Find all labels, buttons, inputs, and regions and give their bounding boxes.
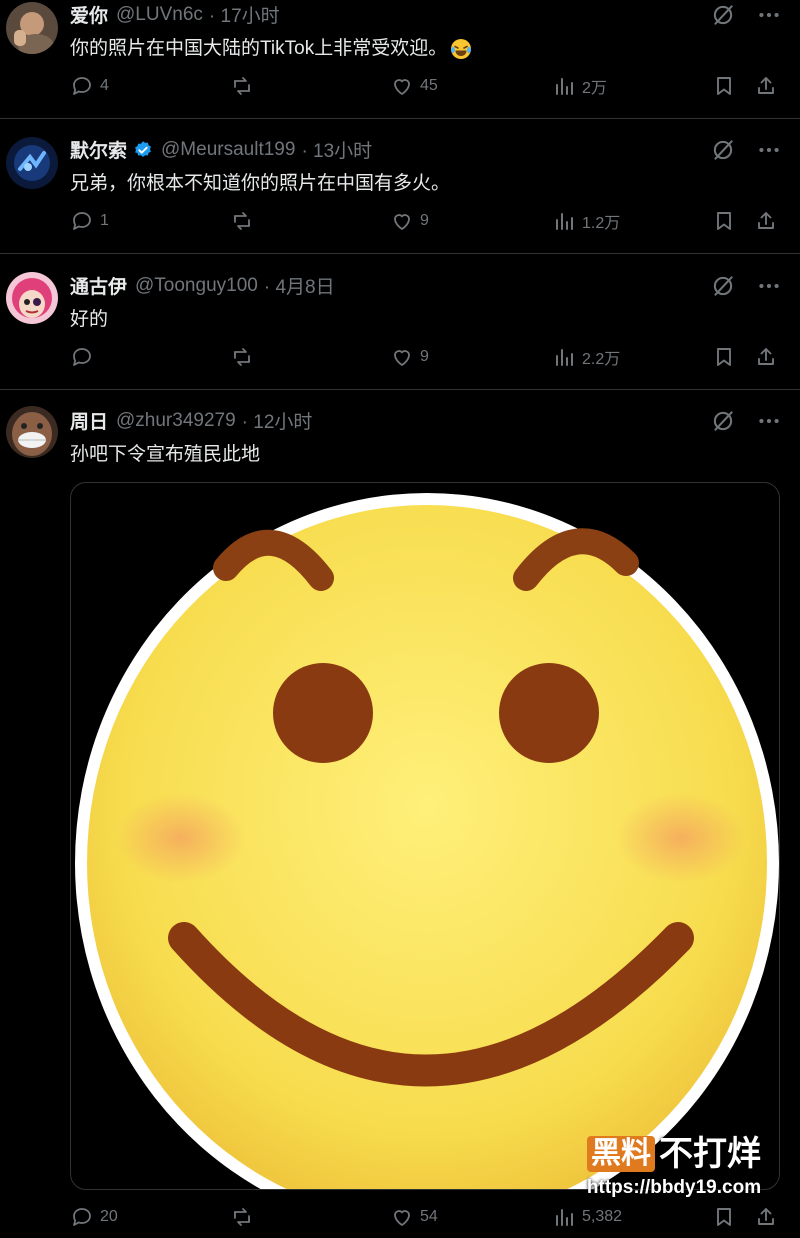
- tweet-time[interactable]: · 4月8日: [264, 272, 335, 299]
- repost-icon: [230, 209, 254, 233]
- share-button[interactable]: [754, 74, 778, 98]
- grok-icon[interactable]: [710, 137, 736, 163]
- user-name[interactable]: 周日: [70, 407, 108, 434]
- like-button[interactable]: 54: [390, 1205, 438, 1229]
- reply-count: 1: [100, 212, 109, 229]
- like-count: 9: [420, 212, 429, 229]
- views-icon: [552, 1205, 576, 1229]
- bookmark-button[interactable]: [712, 74, 736, 98]
- like-button[interactable]: 45: [390, 74, 438, 98]
- user-handle[interactable]: @LUVn6c: [116, 4, 203, 26]
- share-button[interactable]: [754, 209, 778, 233]
- like-count: 9: [420, 348, 429, 365]
- watermark-text: 不打烊: [659, 1135, 761, 1173]
- user-name[interactable]: 默尔索: [70, 136, 127, 163]
- watermark: 黑料 不打烊 https://bbdy19.com: [574, 1135, 774, 1199]
- like-button[interactable]: 9: [390, 209, 429, 233]
- views-button[interactable]: 1.2万: [552, 209, 620, 233]
- bookmark-button[interactable]: [712, 1205, 736, 1229]
- share-button[interactable]: [754, 345, 778, 369]
- reply-icon: [70, 209, 94, 233]
- bookmark-button[interactable]: [712, 209, 736, 233]
- bookmark-icon: [712, 74, 736, 98]
- repost-icon: [230, 1205, 254, 1229]
- heart-icon: [390, 209, 414, 233]
- bookmark-icon: [712, 209, 736, 233]
- view-count: 2.2万: [582, 351, 621, 368]
- user-handle[interactable]: @Toonguy100: [135, 275, 258, 297]
- heart-icon: [390, 1205, 414, 1229]
- tweet-time[interactable]: · 13小时: [301, 136, 372, 163]
- smiling-face-sticker-icon: [75, 493, 779, 1189]
- views-icon: [552, 345, 576, 369]
- user-name[interactable]: 爱你: [70, 1, 108, 28]
- heart-icon: [390, 74, 414, 98]
- avatar[interactable]: [6, 2, 58, 54]
- share-button[interactable]: [754, 1205, 778, 1229]
- like-button[interactable]: 9: [390, 345, 429, 369]
- share-icon: [754, 74, 778, 98]
- more-options-icon[interactable]: [756, 273, 782, 299]
- tweet-media-image[interactable]: [70, 482, 780, 1190]
- avatar[interactable]: [6, 137, 58, 189]
- tweet-time[interactable]: · 17小时: [209, 1, 280, 28]
- tweet[interactable]: 爱你 @LUVn6c · 17小时 你的照片在中国大陆的TikTok上非常受欢迎…: [0, 0, 800, 119]
- reply-icon: [70, 1205, 94, 1229]
- watermark-url: https://bbdy19.com: [586, 1177, 762, 1198]
- user-handle[interactable]: @Meursault199: [161, 139, 295, 161]
- views-icon: [552, 74, 576, 98]
- avatar[interactable]: [6, 406, 58, 458]
- views-icon: [552, 209, 576, 233]
- repost-icon: [230, 74, 254, 98]
- repost-button[interactable]: [230, 1205, 254, 1229]
- views-button[interactable]: 2万: [552, 74, 607, 98]
- view-count: 1.2万: [582, 215, 621, 232]
- more-options-icon[interactable]: [756, 408, 782, 434]
- grok-icon[interactable]: [710, 2, 736, 28]
- repost-button[interactable]: [230, 209, 254, 233]
- view-count: 5,382: [582, 1208, 623, 1225]
- tears-of-joy-emoji-icon: [449, 37, 473, 61]
- tweet-text: 好的: [70, 309, 109, 330]
- reply-button[interactable]: 20: [70, 1205, 118, 1229]
- tweet[interactable]: 通古伊 @Toonguy100 · 4月8日 好的 9 2.2万: [0, 254, 800, 390]
- repost-button[interactable]: [230, 345, 254, 369]
- verified-badge-icon: [133, 140, 153, 160]
- reply-button[interactable]: [70, 345, 100, 369]
- tweet-text: 你的照片在中国大陆的TikTok上非常受欢迎。: [70, 38, 448, 59]
- tweet-text-line: 你的照片在中国大陆的TikTok上非常受欢迎。: [70, 33, 473, 61]
- share-icon: [754, 345, 778, 369]
- reply-button[interactable]: 1: [70, 209, 109, 233]
- like-count: 54: [420, 1208, 438, 1225]
- views-button[interactable]: 2.2万: [552, 345, 620, 369]
- views-button[interactable]: 5,382: [552, 1205, 622, 1229]
- bookmark-icon: [712, 345, 736, 369]
- reply-icon: [70, 74, 94, 98]
- bookmark-button[interactable]: [712, 345, 736, 369]
- view-count: 2万: [582, 80, 607, 97]
- grok-icon[interactable]: [710, 273, 736, 299]
- more-options-icon[interactable]: [756, 137, 782, 163]
- reply-icon: [70, 345, 94, 369]
- grok-icon[interactable]: [710, 408, 736, 434]
- user-name[interactable]: 通古伊: [70, 272, 127, 299]
- avatar[interactable]: [6, 272, 58, 324]
- share-icon: [754, 1205, 778, 1229]
- user-handle[interactable]: @zhur349279: [116, 410, 236, 432]
- tweet-time[interactable]: · 12小时: [242, 407, 313, 434]
- heart-icon: [390, 345, 414, 369]
- more-options-icon[interactable]: [756, 2, 782, 28]
- tweet-text: 孙吧下令宣布殖民此地: [70, 444, 261, 465]
- reply-button[interactable]: 4: [70, 74, 109, 98]
- repost-button[interactable]: [230, 74, 254, 98]
- share-icon: [754, 209, 778, 233]
- reply-count: 20: [100, 1208, 118, 1225]
- like-count: 45: [420, 77, 438, 94]
- repost-icon: [230, 345, 254, 369]
- watermark-badge: 黑料: [587, 1136, 655, 1172]
- reply-count: 4: [100, 77, 109, 94]
- bookmark-icon: [712, 1205, 736, 1229]
- tweet-text: 兄弟，你根本不知道你的照片在中国有多火。: [70, 173, 451, 194]
- tweet[interactable]: 默尔索 @Meursault199 · 13小时 兄弟，你根本不知道你的照片在中…: [0, 119, 800, 254]
